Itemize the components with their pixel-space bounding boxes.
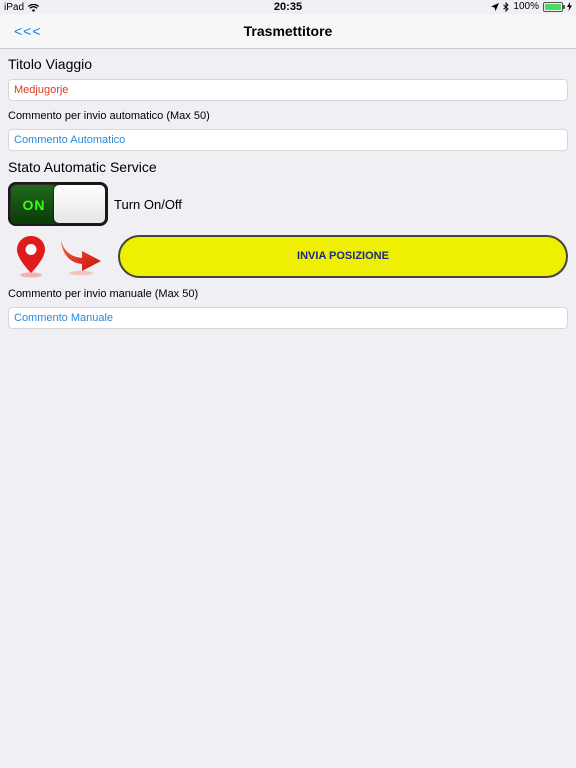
trip-title-input[interactable] [9, 80, 567, 100]
toggle-state-text: ON [22, 197, 46, 213]
location-arrow-icon [491, 2, 500, 11]
bluetooth-icon [503, 1, 510, 12]
toggle-knob[interactable] [54, 185, 105, 223]
status-bar: iPad 20:35 100% [0, 0, 576, 14]
charging-bolt-icon [567, 2, 572, 11]
trip-title-field-wrapper [8, 79, 568, 101]
automatic-service-toggle[interactable]: ON [8, 182, 108, 226]
toggle-label: Turn On/Off [114, 197, 182, 212]
trip-title-label: Titolo Viaggio [8, 56, 93, 72]
battery-percent: 100% [513, 1, 539, 12]
auto-comment-label: Commento per invio automatico (Max 50) [8, 110, 210, 122]
manual-comment-field-wrapper [8, 307, 568, 329]
manual-comment-input[interactable] [9, 308, 567, 328]
page-title: Trasmettitore [243, 23, 333, 39]
service-state-label: Stato Automatic Service [8, 159, 157, 175]
toggle-on-segment: ON [11, 185, 57, 223]
auto-comment-field-wrapper [8, 129, 568, 151]
red-arrow-icon [61, 240, 101, 276]
map-pin-icon [17, 236, 45, 278]
navigation-bar: <<< Trasmettitore [0, 14, 576, 49]
status-time: 20:35 [273, 1, 303, 13]
send-position-button[interactable]: INVIA POSIZIONE [118, 235, 568, 278]
auto-comment-input[interactable] [9, 130, 567, 150]
manual-comment-label: Commento per invio manuale (Max 50) [8, 288, 199, 300]
battery-icon [543, 1, 565, 12]
